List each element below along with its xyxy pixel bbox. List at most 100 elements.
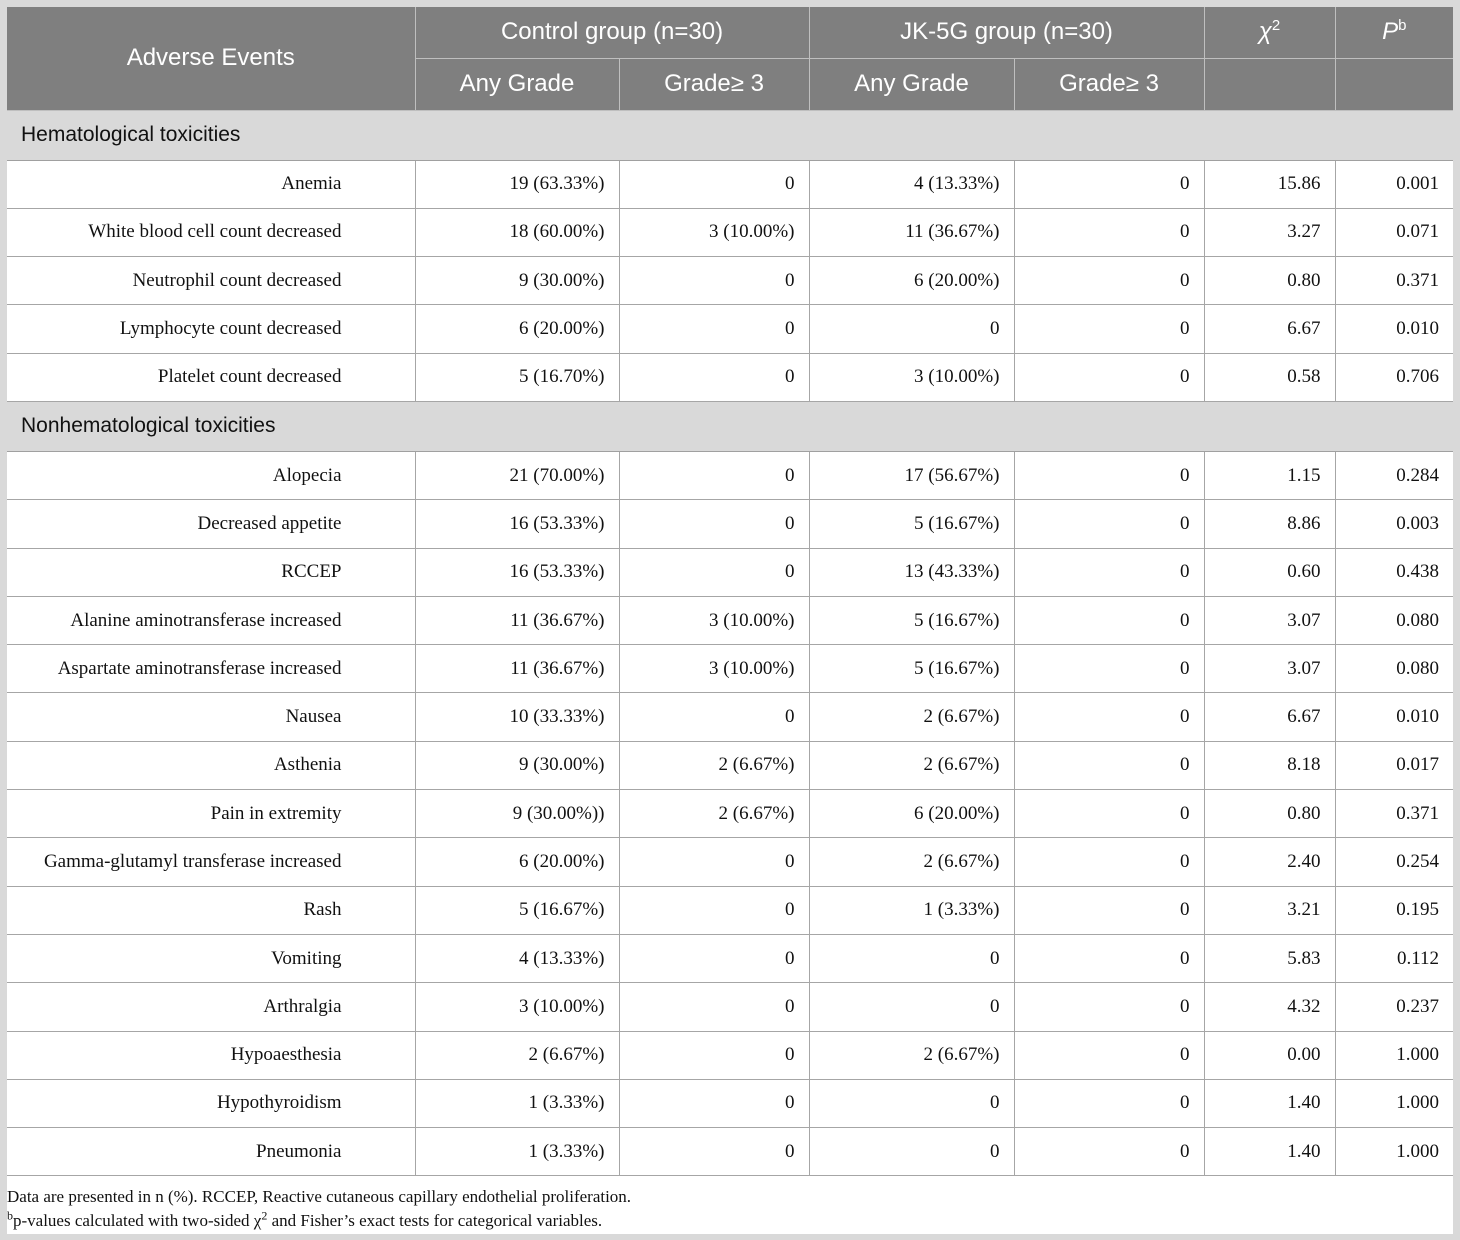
cell-control-any-grade: 11 (36.67%): [415, 596, 620, 646]
cell-chi-square: 3.07: [1204, 644, 1336, 694]
section-title: Hematological toxicities: [7, 110, 1454, 161]
cell-jk5g-grade3: 0: [1014, 304, 1205, 354]
footnote-fisher-text: and Fisher’s exact tests for categorical…: [267, 1211, 603, 1230]
table-row: White blood cell count decreased 18 (60.0…: [7, 208, 1454, 258]
cell-jk5g-grade3: 0: [1014, 160, 1205, 209]
cell-jk5g-grade3: 0: [1014, 548, 1205, 597]
table-row: Alanine aminotransferase increased 11 (36…: [7, 596, 1454, 646]
cell-control-grade3: 0: [619, 304, 810, 354]
cell-jk5g-grade3: 0: [1014, 353, 1205, 402]
cell-jk5g-grade3: 0: [1014, 1127, 1205, 1177]
cell-control-any-grade: 5 (16.67%): [415, 886, 620, 935]
cell-control-grade3: 0: [619, 1031, 810, 1080]
cell-jk5g-any-grade: 17 (56.67%): [809, 451, 1015, 501]
table-body: Hematological toxicities Anemia 19 (63.33%…: [7, 110, 1454, 1177]
cell-control-any-grade: 16 (53.33%): [415, 548, 620, 597]
table-row: Vomiting 4 (13.33%) 0 0 0 5.83 0.112: [7, 934, 1454, 984]
cell-control-any-grade: 19 (63.33%): [415, 160, 620, 209]
cell-chi-square: 5.83: [1204, 934, 1336, 984]
cell-jk5g-grade3: 0: [1014, 789, 1205, 839]
cell-event-name: Gamma-glutamyl transferase increased: [7, 837, 416, 887]
header-control-any-grade: Any Grade: [415, 58, 620, 111]
header-chi-square: χ2: [1204, 7, 1336, 59]
cell-chi-square: 8.86: [1204, 499, 1336, 549]
cell-control-any-grade: 9 (30.00%): [415, 741, 620, 791]
cell-jk5g-grade3: 0: [1014, 692, 1205, 742]
table-container: Adverse Events Control group (n=30) JK-5…: [7, 7, 1454, 1234]
cell-event-name: Hypoaesthesia: [7, 1031, 416, 1080]
cell-control-grade3: 0: [619, 548, 810, 597]
cell-jk5g-any-grade: 11 (36.67%): [809, 208, 1015, 258]
cell-jk5g-any-grade: 0: [809, 982, 1015, 1032]
cell-jk5g-grade3: 0: [1014, 1031, 1205, 1080]
cell-p-value: 0.001: [1335, 160, 1454, 209]
cell-event-name: Pain in extremity: [7, 789, 416, 839]
section-row: Nonhematological toxicities: [7, 401, 1454, 452]
cell-control-grade3: 0: [619, 1079, 810, 1129]
cell-jk5g-grade3: 0: [1014, 982, 1205, 1032]
header-empty-p: [1335, 58, 1454, 111]
cell-event-name: Arthralgia: [7, 982, 416, 1032]
cell-control-any-grade: 11 (36.67%): [415, 644, 620, 694]
cell-control-any-grade: 1 (3.33%): [415, 1079, 620, 1129]
table-row: Pneumonia 1 (3.33%) 0 0 0 1.40 1.000: [7, 1127, 1454, 1177]
cell-p-value: 0.195: [1335, 886, 1454, 935]
table-row: Aspartate aminotransferase increased 11 (…: [7, 644, 1454, 694]
header-control-group: Control group (n=30): [415, 7, 810, 59]
cell-chi-square: 0.60: [1204, 548, 1336, 597]
cell-jk5g-any-grade: 2 (6.67%): [809, 1031, 1015, 1080]
cell-jk5g-grade3: 0: [1014, 934, 1205, 984]
cell-event-name: Anemia: [7, 160, 416, 209]
cell-p-value: 0.438: [1335, 548, 1454, 597]
p-superscript: b: [1398, 17, 1407, 35]
cell-event-name: Nausea: [7, 692, 416, 742]
cell-chi-square: 0.80: [1204, 789, 1336, 839]
cell-chi-square: 3.21: [1204, 886, 1336, 935]
cell-event-name: Pneumonia: [7, 1127, 416, 1177]
section-row: Hematological toxicities: [7, 110, 1454, 161]
adverse-events-table: Adverse Events Control group (n=30) JK-5…: [7, 7, 1454, 1177]
cell-jk5g-any-grade: 0: [809, 934, 1015, 984]
cell-jk5g-any-grade: 0: [809, 1079, 1015, 1129]
cell-p-value: 0.371: [1335, 789, 1454, 839]
table-row: Platelet count decreased 5 (16.70%) 0 3 (10…: [7, 353, 1454, 402]
cell-control-grade3: 0: [619, 886, 810, 935]
cell-jk5g-any-grade: 6 (20.00%): [809, 256, 1015, 306]
cell-event-name: White blood cell count decreased: [7, 208, 416, 258]
cell-p-value: 0.112: [1335, 934, 1454, 984]
cell-chi-square: 0.00: [1204, 1031, 1336, 1080]
cell-jk5g-grade3: 0: [1014, 1079, 1205, 1129]
cell-p-value: 1.000: [1335, 1031, 1454, 1080]
cell-jk5g-any-grade: 6 (20.00%): [809, 789, 1015, 839]
cell-control-any-grade: 18 (60.00%): [415, 208, 620, 258]
cell-event-name: Alanine aminotransferase increased: [7, 596, 416, 646]
cell-control-grade3: 0: [619, 499, 810, 549]
table-row: Alopecia 21 (70.00%) 0 17 (56.67%) 0 1.15 0.28…: [7, 451, 1454, 501]
footnote-p-text: p-values calculated with two-sided χ: [13, 1211, 262, 1230]
cell-control-grade3: 0: [619, 934, 810, 984]
cell-control-any-grade: 2 (6.67%): [415, 1031, 620, 1080]
header-jk5g-group: JK-5G group (n=30): [809, 7, 1205, 59]
cell-control-any-grade: 4 (13.33%): [415, 934, 620, 984]
cell-p-value: 0.010: [1335, 692, 1454, 742]
table-row: Rash 5 (16.67%) 0 1 (3.33%) 0 3.21 0.195: [7, 886, 1454, 935]
cell-p-value: 0.371: [1335, 256, 1454, 306]
cell-jk5g-grade3: 0: [1014, 256, 1205, 306]
table-row: Arthralgia 3 (10.00%) 0 0 0 4.32 0.237: [7, 982, 1454, 1032]
cell-event-name: RCCEP: [7, 548, 416, 597]
cell-p-value: 0.706: [1335, 353, 1454, 402]
table-row: Asthenia 9 (30.00%) 2 (6.67%) 2 (6.67%) 0 8.1…: [7, 741, 1454, 791]
cell-control-any-grade: 10 (33.33%): [415, 692, 620, 742]
cell-control-any-grade: 6 (20.00%): [415, 304, 620, 354]
cell-control-any-grade: 9 (30.00%)): [415, 789, 620, 839]
cell-chi-square: 0.58: [1204, 353, 1336, 402]
header-adverse-events: Adverse Events: [7, 7, 416, 111]
cell-p-value: 0.010: [1335, 304, 1454, 354]
cell-event-name: Rash: [7, 886, 416, 935]
cell-chi-square: 1.40: [1204, 1079, 1336, 1129]
cell-p-value: 1.000: [1335, 1079, 1454, 1129]
cell-jk5g-any-grade: 3 (10.00%): [809, 353, 1015, 402]
cell-chi-square: 1.15: [1204, 451, 1336, 501]
cell-event-name: Vomiting: [7, 934, 416, 984]
cell-jk5g-any-grade: 13 (43.33%): [809, 548, 1015, 597]
